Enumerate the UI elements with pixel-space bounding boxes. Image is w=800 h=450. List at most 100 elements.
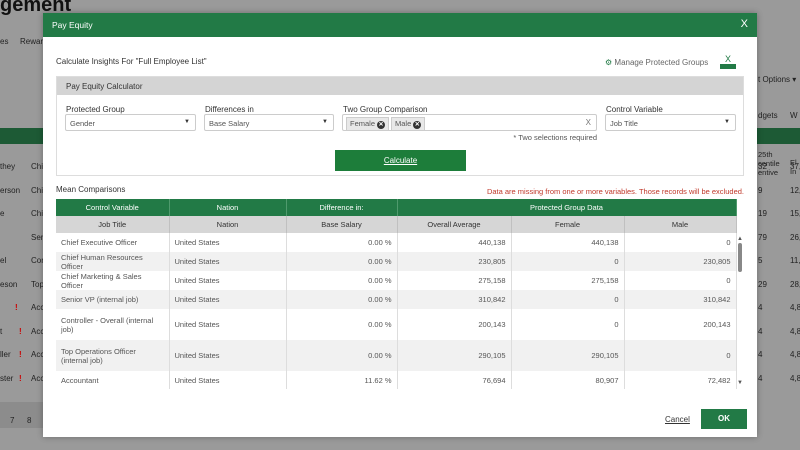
table-row: Accountant United States 11.62 % 76,694 80,9… [56,371,737,389]
bg-cell: ster [0,373,14,383]
bg-cell: Chi [31,185,44,195]
missing-data-warning: Data are missing from one or more variab… [486,187,744,196]
page-link[interactable]: 8 [27,416,31,425]
cancel-button[interactable]: Cancel [665,415,690,424]
calculate-button[interactable]: Calculate [335,150,466,171]
table-cell: United States [169,340,287,371]
chip-label: Female [350,119,376,128]
excel-export-icon[interactable]: X [720,54,736,71]
column-header[interactable]: Nation [169,216,287,233]
options-dropdown[interactable]: t Options ▾ [758,75,796,84]
table-cell: 440,138 [397,233,512,252]
table-cell: 0 [511,252,625,271]
table-cell: 0 [511,290,625,309]
caret-down-icon: ▼ [322,119,328,125]
warning-icon: ! [19,373,22,383]
ok-button[interactable]: OK [701,409,747,429]
scroll-up-icon[interactable]: ▲ [736,236,744,242]
column-header[interactable]: Female [511,216,625,233]
bg-cell: 79 [758,232,767,242]
protected-group-select[interactable]: Gender ▼ [65,114,196,131]
bg-cell: 4,8 [790,303,800,312]
protected-group-value: Gender [70,119,96,128]
bg-cell: t [0,326,3,336]
table-cell: United States [169,252,287,271]
mean-comparisons-table: Control Variable Nation Difference in: P… [56,199,744,389]
nav-tab[interactable]: Rewar [20,37,43,46]
table-cell: 290,105 [511,340,625,371]
table-cell: 0 [624,271,737,290]
table-cell: 310,842 [624,290,737,309]
bg-cell: 15, [790,209,800,218]
table-cell: Chief Human Resources Officer [56,252,170,271]
differences-in-value: Base Salary [209,119,250,128]
column-header[interactable]: Male [624,216,737,233]
scroll-down-icon[interactable]: ▼ [736,380,744,386]
manage-protected-groups-link[interactable]: ⚙ Manage Protected Groups [605,58,708,67]
warning-icon: ! [19,350,22,359]
page-link[interactable]: 7 [10,416,14,425]
clear-icon[interactable]: X [586,118,591,127]
table-cell: 200,143 [624,309,737,340]
bg-cell: Top [31,279,44,289]
two-selections-note: * Two selections required [513,133,597,142]
mean-comparisons-title: Mean Comparisons [56,185,126,194]
pay-equity-calculator: Pay Equity Calculator Protected Group Ge… [56,76,744,176]
chip-male: Male ✕ [391,117,426,131]
bg-cell: 29 [758,279,767,289]
remove-chip-icon[interactable]: ✕ [413,121,422,129]
table-scrollbar[interactable]: ▲ ▼ [736,236,744,388]
control-variable-select[interactable]: Job Title ▼ [605,114,736,131]
group-header: Protected Group Data [397,199,737,216]
table-cell: Top Operations Officer (internal job) [56,340,170,371]
differences-in-select[interactable]: Base Salary ▼ [204,114,334,131]
table-row: Controller - Overall (internal job) Unite… [56,309,737,340]
bg-tab[interactable]: W [790,111,798,120]
bg-cell: they [0,162,16,171]
table-cell: Chief Marketing & Sales Officer [56,271,170,290]
bg-cell: 4,8 [790,373,800,383]
group-header: Difference in: [286,199,398,216]
table-cell: 76,694 [397,371,512,389]
scroll-thumb[interactable] [738,243,742,272]
table-cell: 0 [624,233,737,252]
nav-tab[interactable]: es [0,37,8,46]
table-cell: Controller - Overall (internal job) [56,309,170,340]
control-variable-value: Job Title [610,119,638,128]
manage-protected-groups-label: Manage Protected Groups [614,58,709,67]
chip-female: Female ✕ [346,117,390,131]
column-header[interactable]: Base Salary [286,216,398,233]
table-cell: 0.00 % [286,233,398,252]
table-cell: 0.00 % [286,271,398,290]
table-cell: 290,105 [397,340,512,371]
differences-in-label: Differences in [205,105,254,114]
table-cell: Accountant [56,371,170,389]
bg-tab[interactable]: dgets [758,111,778,120]
table-row: Chief Executive Officer United States 0.00… [56,233,737,252]
table-cell: 0.00 % [286,309,398,340]
gear-icon: ⚙ [605,58,613,67]
bg-cell: 4 [758,326,763,336]
table-cell: Senior VP (internal job) [56,290,170,309]
column-header[interactable]: Job Title [56,216,170,233]
table-row: Top Operations Officer (internal job) Uni… [56,340,737,371]
column-header[interactable]: Overall Average [397,216,512,233]
two-group-comparison-input[interactable]: Female ✕ Male ✕ X [342,114,597,131]
remove-chip-icon[interactable]: ✕ [377,121,386,129]
warning-icon: ! [19,326,22,336]
table-cell: 275,158 [397,271,512,290]
table-cell: United States [169,309,287,340]
table-cell: 80,907 [511,371,625,389]
bg-cell: 4 [758,303,763,312]
table-cell: 275,158 [511,271,625,290]
control-variable-label: Control Variable [606,105,663,114]
bg-cell: 4 [758,350,763,359]
table-row: Senior VP (internal job) United States 0.0… [56,290,737,309]
table-cell: United States [169,271,287,290]
bg-cell: 5 [758,256,763,265]
bg-cell: 28, [790,279,800,289]
bg-cell: Chi [31,209,44,218]
protected-group-label: Protected Group [66,105,125,114]
close-icon[interactable]: X [741,18,748,30]
excel-letter: X [724,54,731,64]
